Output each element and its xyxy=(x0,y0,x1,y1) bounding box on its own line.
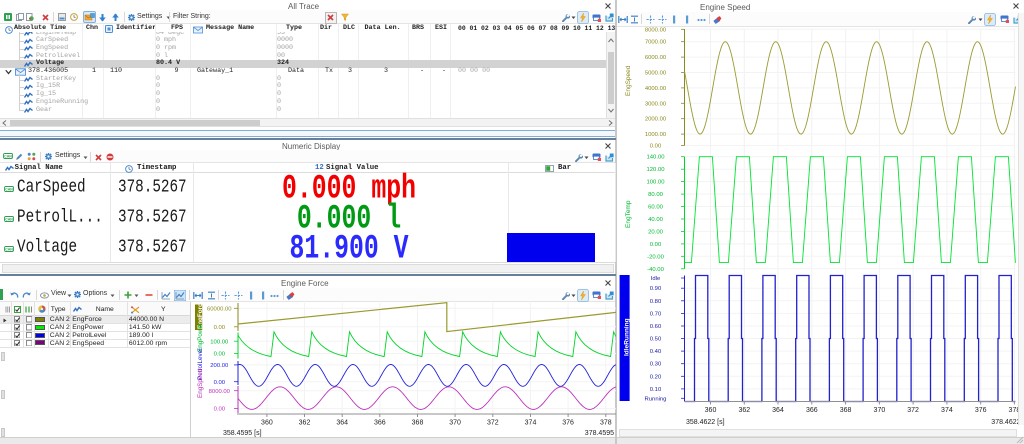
svg-text:1000.00: 1000.00 xyxy=(645,132,667,138)
svg-text:376: 376 xyxy=(975,407,987,414)
svg-text:0.40: 0.40 xyxy=(650,349,662,355)
svg-text:-20.00: -20.00 xyxy=(647,254,664,260)
svg-text:60000.00: 60000.00 xyxy=(207,306,232,312)
svg-text:358.4622 [s]: 358.4622 [s] xyxy=(686,419,725,426)
svg-text:EngPower: EngPower xyxy=(197,323,204,352)
svg-text:0.00: 0.00 xyxy=(214,380,226,386)
svg-text:0.60: 0.60 xyxy=(650,324,662,330)
svg-text:Idle: Idle xyxy=(651,276,661,282)
svg-text:374: 374 xyxy=(525,420,537,427)
svg-text:CAN: CAN xyxy=(5,217,13,221)
svg-text:CAN: CAN xyxy=(4,155,12,159)
svg-text:5000.00: 5000.00 xyxy=(645,71,667,77)
svg-text:376: 376 xyxy=(562,420,574,427)
svg-text:140.00: 140.00 xyxy=(646,155,665,161)
svg-text:366: 366 xyxy=(806,407,818,414)
svg-text:0.10: 0.10 xyxy=(650,387,662,393)
svg-text:374: 374 xyxy=(941,407,953,414)
svg-text:20.00: 20.00 xyxy=(648,229,663,235)
svg-text:100.00: 100.00 xyxy=(646,180,665,186)
svg-text:370: 370 xyxy=(449,420,461,427)
svg-text:0.00: 0.00 xyxy=(214,325,226,331)
svg-text:364: 364 xyxy=(336,420,348,427)
svg-text:100.00: 100.00 xyxy=(210,339,229,345)
svg-text:CAN: CAN xyxy=(5,187,13,191)
svg-text:2000.00: 2000.00 xyxy=(645,117,667,123)
svg-text:378.4595: 378.4595 xyxy=(585,430,614,437)
svg-text:0.50: 0.50 xyxy=(650,337,662,343)
svg-text:360: 360 xyxy=(261,420,273,427)
svg-text:0.90: 0.90 xyxy=(650,286,662,292)
svg-text:362: 362 xyxy=(738,407,750,414)
svg-text:368: 368 xyxy=(412,420,424,427)
svg-text:8000.00: 8000.00 xyxy=(645,27,667,33)
svg-text:370: 370 xyxy=(874,407,886,414)
svg-text:0.00: 0.00 xyxy=(650,242,662,248)
svg-text:368: 368 xyxy=(840,407,852,414)
svg-text:EngSpeed: EngSpeed xyxy=(197,368,204,398)
svg-text:0.30: 0.30 xyxy=(650,362,662,368)
svg-text:0.00: 0.00 xyxy=(214,352,226,358)
svg-text:4000.00: 4000.00 xyxy=(645,86,667,92)
svg-text:Running: Running xyxy=(645,396,667,402)
svg-text:364: 364 xyxy=(772,407,784,414)
svg-text:372: 372 xyxy=(907,407,919,414)
svg-text:366: 366 xyxy=(374,420,386,427)
svg-text:6000.00: 6000.00 xyxy=(645,55,667,61)
svg-text:80.00: 80.00 xyxy=(648,192,663,198)
svg-text:CAN: CAN xyxy=(5,247,13,251)
svg-text:200.00: 200.00 xyxy=(210,363,229,369)
svg-text:378.4622: 378.4622 xyxy=(991,419,1020,426)
svg-text:EngSpeed: EngSpeed xyxy=(625,65,632,96)
svg-text:8000.00: 8000.00 xyxy=(209,389,231,395)
svg-text:0.70: 0.70 xyxy=(650,311,662,317)
svg-text:362: 362 xyxy=(299,420,311,427)
svg-text:378: 378 xyxy=(600,420,612,427)
svg-text:360: 360 xyxy=(705,407,717,414)
svg-text:372: 372 xyxy=(487,420,499,427)
svg-text:0.00: 0.00 xyxy=(214,407,226,413)
svg-text:40.00: 40.00 xyxy=(648,217,663,223)
svg-text:EngTemp: EngTemp xyxy=(625,200,632,228)
svg-text:7000.00: 7000.00 xyxy=(645,40,667,46)
svg-text:120.00: 120.00 xyxy=(646,167,665,173)
svg-text:IdleRunning: IdleRunning xyxy=(624,318,631,356)
svg-text:0.00: 0.00 xyxy=(650,144,662,150)
svg-text:3000.00: 3000.00 xyxy=(645,101,667,107)
svg-text:0.20: 0.20 xyxy=(650,374,662,380)
svg-text:0.80: 0.80 xyxy=(650,299,662,305)
svg-text:358.4595 [s]: 358.4595 [s] xyxy=(223,430,262,437)
svg-text:-40.00: -40.00 xyxy=(647,267,664,273)
svg-text:60.00: 60.00 xyxy=(648,205,663,211)
